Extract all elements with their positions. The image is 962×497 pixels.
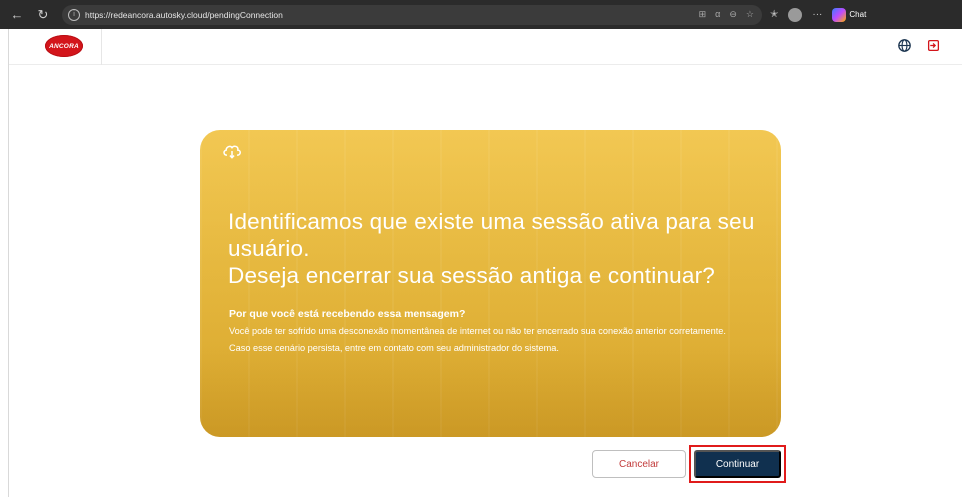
- reload-icon[interactable]: ↻: [34, 6, 52, 24]
- back-icon[interactable]: ←: [8, 6, 26, 24]
- active-session-card: Identificamos que existe uma sessão ativ…: [200, 130, 781, 437]
- dialog-body: Você pode ter sofrido uma desconexão mom…: [229, 323, 781, 357]
- address-bar[interactable]: i https://redeancora.autosky.cloud/pendi…: [62, 4, 762, 25]
- copilot-icon: [832, 7, 847, 22]
- brand-logo[interactable]: ANCORA: [45, 35, 83, 57]
- favorite-icon[interactable]: ☆: [746, 9, 754, 20]
- copilot-button[interactable]: Chat: [832, 7, 867, 22]
- body-paragraph-2: Caso esse cenário persista, entre em con…: [229, 343, 559, 353]
- favorites-icon[interactable]: ✭: [770, 9, 778, 20]
- header-divider: [101, 29, 102, 65]
- continue-highlight-box: Continuar: [689, 445, 786, 483]
- zoom-icon[interactable]: ⊖: [729, 9, 737, 20]
- cancel-button[interactable]: Cancelar: [592, 450, 686, 478]
- read-aloud-icon[interactable]: α: [715, 9, 720, 20]
- cloud-sync-icon: [223, 145, 241, 159]
- brand-logo-text: ANCORA: [49, 42, 79, 50]
- dialog-headline: Identificamos que existe uma sessão ativ…: [228, 208, 781, 289]
- app-window: ANCORA Identificamos que existe uma sess…: [8, 29, 962, 497]
- headline-line-1: Identificamos que existe uma sessão ativ…: [228, 209, 755, 261]
- more-icon[interactable]: ···: [812, 9, 822, 20]
- app-header: ANCORA: [9, 29, 962, 65]
- copilot-label: Chat: [849, 10, 867, 19]
- headline-line-2: Deseja encerrar sua sessão antiga e cont…: [228, 263, 715, 288]
- continue-button[interactable]: Continuar: [694, 450, 781, 478]
- browser-toolbar: ← ↻ i https://redeancora.autosky.cloud/p…: [0, 0, 962, 29]
- apps-icon[interactable]: ⊞: [699, 9, 707, 20]
- logout-icon[interactable]: [927, 39, 940, 52]
- language-globe-icon[interactable]: [898, 39, 911, 52]
- profile-avatar[interactable]: [788, 7, 803, 22]
- dialog-subtitle: Por que você está recebendo essa mensage…: [229, 308, 466, 320]
- site-info-icon[interactable]: i: [68, 8, 80, 21]
- url-text: https://redeancora.autosky.cloud/pending…: [85, 9, 283, 20]
- body-paragraph-1: Você pode ter sofrido uma desconexão mom…: [229, 326, 726, 336]
